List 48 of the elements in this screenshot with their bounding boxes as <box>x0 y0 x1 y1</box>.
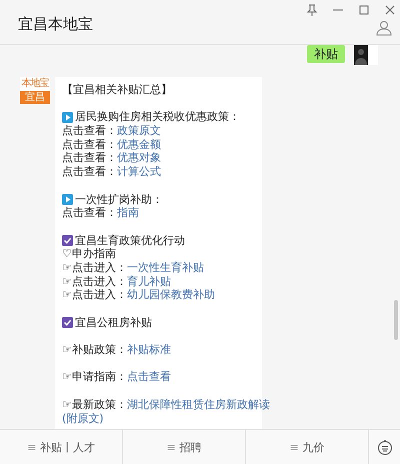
person-icon[interactable] <box>376 20 392 36</box>
avatar-icon[interactable] <box>354 45 378 65</box>
heading-text: 宜昌公租房补贴 <box>75 316 152 330</box>
play-icon <box>62 194 73 205</box>
heading-text: 居民换购住房相关税收优惠政策： <box>75 110 240 124</box>
link[interactable]: 育儿补贴 <box>126 274 171 288</box>
logo-label: 宜昌 <box>20 91 50 104</box>
label-text: 点击查看： <box>62 151 117 164</box>
link[interactable]: 点击查看 <box>126 370 171 384</box>
link[interactable]: 指南 <box>117 206 139 220</box>
play-icon <box>62 112 73 123</box>
heading-text: 一次性扩岗补助： <box>75 192 163 206</box>
keyboard-icon[interactable] <box>376 439 392 455</box>
window-title: 宜昌本地宝 <box>18 15 93 34</box>
link[interactable]: 幼儿园保教费补助 <box>126 288 215 302</box>
checkbox-icon <box>62 317 73 328</box>
menu-button[interactable]: ≡ 九价 <box>246 430 369 464</box>
label-text: ☞最新政策： <box>62 398 127 411</box>
menu-button[interactable]: ≡ 招聘 <box>123 430 246 464</box>
label-text: ☞点击进入： <box>62 260 127 274</box>
label-text: 点击查看： <box>62 165 117 178</box>
link[interactable]: 补贴标准 <box>126 343 171 356</box>
maximize-icon[interactable] <box>358 4 370 16</box>
label-text: ☞补贴政策： <box>62 343 127 356</box>
link[interactable]: 湖北保障性租赁住房新政解读 <box>126 398 270 411</box>
message-bubble: 补贴 <box>307 45 345 63</box>
link[interactable]: 政策原文 <box>117 124 161 138</box>
logo-avatar[interactable]: 本地宝 宜昌 <box>20 77 50 104</box>
label-text: ☞申请指南： <box>62 370 127 384</box>
label-text: 点击查看： <box>62 138 117 151</box>
link[interactable]: 优惠金额 <box>117 138 161 151</box>
link[interactable]: (附原文) <box>62 412 104 424</box>
label-text: ☞点击进入： <box>62 288 127 302</box>
logo-text: 本地宝 <box>20 77 50 91</box>
message-text: 【宜昌相关补贴汇总】 <box>62 83 173 97</box>
menu-button[interactable]: ≡ 补贴丨人才 <box>0 430 123 464</box>
close-icon[interactable] <box>384 4 396 16</box>
message-text: ♡申办指南 <box>62 247 117 261</box>
link[interactable]: 一次性生育补贴 <box>126 260 204 274</box>
pin-icon[interactable] <box>306 4 318 16</box>
label-text: ☞点击进入： <box>62 274 127 288</box>
scrollbar[interactable] <box>394 300 398 340</box>
label-text: 点击查看： <box>62 124 117 138</box>
label-text: 点击查看： <box>62 206 117 220</box>
heading-text: 宜昌生育政策优化行动 <box>75 234 185 248</box>
link[interactable]: 计算公式 <box>117 165 161 178</box>
link[interactable]: 优惠对象 <box>117 151 161 164</box>
checkbox-icon <box>62 234 73 246</box>
